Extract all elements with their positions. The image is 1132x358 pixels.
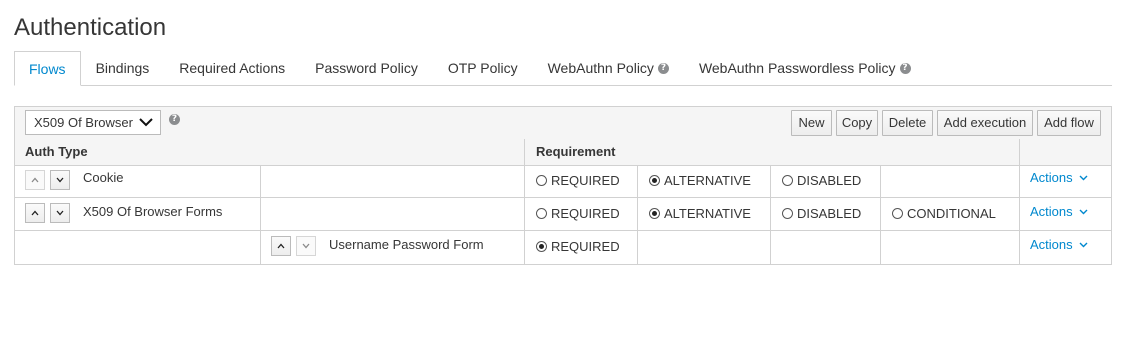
radio-circle (892, 208, 903, 219)
chevron-down-icon (139, 118, 153, 127)
radio-circle (782, 175, 793, 186)
move-up-button[interactable] (25, 170, 45, 190)
tab-otp-policy[interactable]: OTP Policy (433, 51, 533, 85)
page-title: Authentication (14, 14, 167, 41)
tab-label: Required Actions (179, 60, 286, 76)
flows-table-panel: X509 Of Browser ? New Copy Delete Add ex… (14, 106, 1112, 265)
chevron-up-icon (31, 210, 39, 216)
tab-webauthn-policy[interactable]: WebAuthn Policy? (533, 51, 684, 85)
radio-alternative[interactable]: ALTERNATIVE (649, 206, 751, 221)
chevron-up-icon (277, 243, 285, 249)
radio-disabled[interactable]: DISABLED (782, 206, 861, 221)
radio-conditional[interactable]: CONDITIONAL (892, 206, 996, 221)
chevron-down-icon (302, 243, 310, 249)
tab-label: WebAuthn Policy (547, 60, 654, 76)
radio-circle (536, 241, 547, 252)
chevron-down-icon (56, 210, 64, 216)
move-up-button[interactable] (25, 203, 45, 223)
row-divider (15, 230, 1111, 231)
radio-required[interactable]: REQUIRED (536, 206, 620, 221)
actions-dropdown[interactable]: Actions (1030, 170, 1088, 185)
tab-label: Bindings (95, 60, 150, 76)
tab-label: Password Policy (315, 60, 418, 76)
auth-type-name: Username Password Form (329, 237, 484, 252)
table-header: Auth Type Requirement (15, 139, 1111, 166)
radio-label: REQUIRED (551, 173, 620, 188)
radio-label: CONDITIONAL (907, 206, 996, 221)
chevron-down-icon (1079, 175, 1088, 180)
move-up-button[interactable] (271, 236, 291, 256)
radio-label: DISABLED (797, 173, 862, 188)
column-divider (1019, 139, 1020, 264)
tab-webauthn-passwordless-policy[interactable]: WebAuthn Passwordless Policy? (684, 51, 926, 85)
flows-toolbar: X509 Of Browser ? New Copy Delete Add ex… (15, 107, 1111, 140)
help-icon[interactable]: ? (169, 114, 180, 125)
flow-select[interactable]: X509 Of Browser (25, 110, 161, 135)
actions-label: Actions (1030, 170, 1073, 185)
radio-circle (649, 175, 660, 186)
tab-bar: Flows Bindings Required Actions Password… (14, 51, 1112, 86)
radio-label: DISABLED (797, 206, 862, 221)
radio-label: ALTERNATIVE (664, 173, 751, 188)
auth-type-name: Cookie (83, 170, 124, 185)
chevron-down-icon (1079, 209, 1088, 214)
row-divider (15, 197, 1111, 198)
radio-alternative[interactable]: ALTERNATIVE (649, 173, 751, 188)
column-divider (880, 165, 881, 264)
tab-password-policy[interactable]: Password Policy (300, 51, 433, 85)
column-divider (637, 165, 638, 264)
help-icon[interactable]: ? (899, 62, 911, 74)
tab-label: WebAuthn Passwordless Policy (698, 60, 896, 76)
radio-circle (536, 208, 547, 219)
actions-label: Actions (1030, 204, 1073, 219)
chevron-down-icon (56, 177, 64, 183)
tab-required-actions[interactable]: Required Actions (164, 51, 300, 85)
column-divider (524, 139, 525, 264)
flow-select-value: X509 Of Browser (34, 115, 133, 130)
tab-bindings[interactable]: Bindings (81, 51, 165, 85)
copy-button[interactable]: Copy (836, 110, 878, 136)
radio-required[interactable]: REQUIRED (536, 173, 620, 188)
radio-circle (536, 175, 547, 186)
radio-label: ALTERNATIVE (664, 206, 751, 221)
radio-label: REQUIRED (551, 206, 620, 221)
radio-label: REQUIRED (551, 239, 620, 254)
column-divider (260, 165, 261, 264)
auth-type-header: Auth Type (25, 144, 88, 159)
delete-button[interactable]: Delete (882, 110, 933, 136)
actions-dropdown[interactable]: Actions (1030, 204, 1088, 219)
chevron-down-icon (1079, 242, 1088, 247)
help-icon[interactable]: ? (657, 62, 669, 74)
add-execution-button[interactable]: Add execution (937, 110, 1033, 136)
actions-dropdown[interactable]: Actions (1030, 237, 1088, 252)
tab-label: OTP Policy (447, 60, 518, 76)
add-flow-button[interactable]: Add flow (1037, 110, 1101, 136)
radio-required[interactable]: REQUIRED (536, 239, 620, 254)
move-down-button[interactable] (296, 236, 316, 256)
tab-label: Flows (29, 60, 66, 77)
move-down-button[interactable] (50, 203, 70, 223)
requirement-header: Requirement (536, 144, 616, 159)
tab-flows[interactable]: Flows (14, 51, 81, 86)
auth-type-name: X509 Of Browser Forms (83, 204, 223, 219)
radio-circle (649, 208, 660, 219)
column-divider (770, 165, 771, 264)
actions-label: Actions (1030, 237, 1073, 252)
new-button[interactable]: New (791, 110, 832, 136)
radio-circle (782, 208, 793, 219)
move-down-button[interactable] (50, 170, 70, 190)
radio-disabled[interactable]: DISABLED (782, 173, 861, 188)
chevron-up-icon (31, 177, 39, 183)
